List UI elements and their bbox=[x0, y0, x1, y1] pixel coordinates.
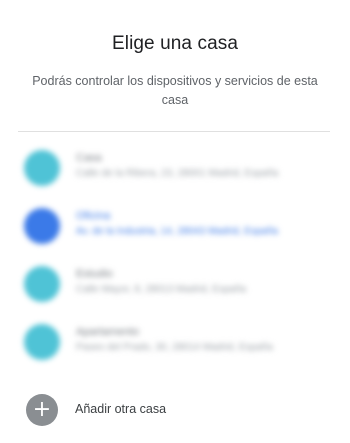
home-name: Apartamento bbox=[76, 326, 139, 338]
home-list: Casa Calle de la Ribera, 23, 28001 Madri… bbox=[0, 140, 350, 372]
home-name: Estudio bbox=[76, 268, 113, 280]
choose-home-screen: Elige una casa Podrás controlar los disp… bbox=[0, 0, 350, 443]
home-name: Oficina bbox=[76, 210, 111, 222]
add-home-label: Añadir otra casa bbox=[75, 402, 167, 416]
divider bbox=[18, 131, 330, 132]
home-item[interactable]: Apartamento Paseo del Prado, 30, 28014 M… bbox=[0, 314, 350, 372]
home-name: Casa bbox=[76, 152, 102, 164]
home-address: Av. de la Industria, 14, 28043 Madrid, E… bbox=[76, 226, 278, 237]
plus-icon: + bbox=[26, 394, 58, 426]
add-home-button[interactable]: + Añadir otra casa bbox=[0, 393, 350, 426]
home-address: Calle Mayor, 8, 28013 Madrid, España bbox=[76, 284, 247, 295]
page-title: Elige una casa bbox=[111, 33, 239, 54]
home-avatar-icon bbox=[24, 324, 60, 360]
home-avatar-icon bbox=[24, 208, 60, 244]
home-address: Calle de la Ribera, 23, 28001 Madrid, Es… bbox=[76, 168, 279, 179]
home-avatar-icon bbox=[24, 266, 60, 302]
home-item[interactable]: Estudio Calle Mayor, 8, 28013 Madrid, Es… bbox=[0, 256, 350, 314]
home-address: Paseo del Prado, 30, 28014 Madrid, Españ… bbox=[76, 342, 273, 353]
home-avatar-icon bbox=[24, 150, 60, 186]
page-subtitle: Podrás controlar los dispositivos y serv… bbox=[32, 74, 318, 107]
home-item[interactable]: Oficina Av. de la Industria, 14, 28043 M… bbox=[0, 198, 350, 256]
home-item[interactable]: Casa Calle de la Ribera, 23, 28001 Madri… bbox=[0, 140, 350, 198]
